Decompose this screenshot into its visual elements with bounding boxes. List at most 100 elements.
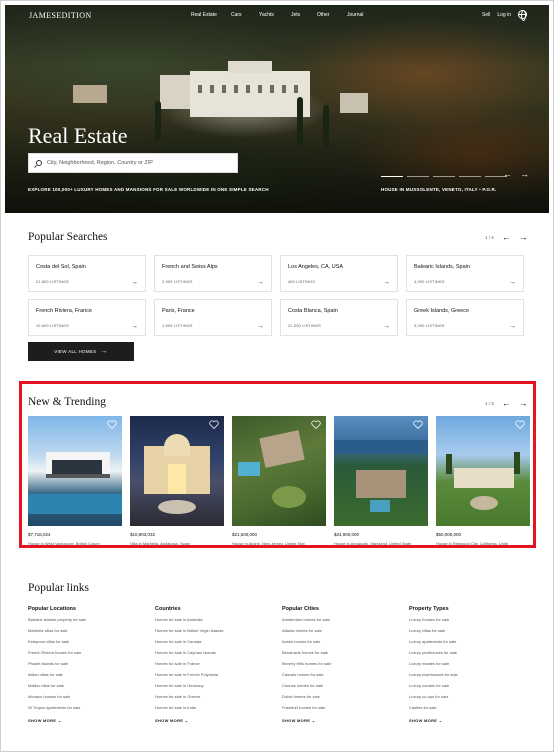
nav-other[interactable]: Other [317,12,347,18]
chevron-down-icon: ⌄ [311,718,316,723]
column-title: Popular Cities [282,606,319,612]
prev-arrow-icon[interactable]: ← [502,398,511,408]
popular-searches-title: Popular Searches [28,231,108,243]
nav-real-estate[interactable]: Real Estate [191,12,231,18]
new-trending-title: New & Trending [28,396,106,408]
listing-card[interactable]: $24,900,000 House in Annapolis, Maryland… [334,416,428,545]
listing-price: $50,000,000 [436,532,462,537]
search-card-title: Greek Islands, Greece [414,308,470,314]
search-card[interactable]: French and Swiss Alps 2,900 LISTINGS → [154,255,272,292]
hero-location-caption: HOUSE IN MUSSOLENTE, VENETO, ITALY • P.O… [381,187,497,192]
slide-indicator[interactable] [407,176,429,177]
show-more-button[interactable]: SHOW MORE ⌄ [282,718,409,723]
nav-jets[interactable]: Jets [291,12,317,18]
search-bar[interactable] [28,153,238,173]
arrow-right-icon: → [257,323,264,330]
nav-yachts[interactable]: Yachts [259,12,291,18]
hero-title: Real Estate [28,123,128,148]
view-all-homes-button[interactable]: VIEW ALL HOMES → [28,342,134,361]
hero-image-tree [323,105,329,149]
listing-image[interactable] [28,416,122,526]
show-more-button[interactable]: SHOW MORE ⌄ [155,718,282,723]
link-item[interactable]: Homes for sale in India [155,706,282,717]
links-column-property-types: Property Types Luxury houses for sale Lu… [409,606,536,723]
hero-slide-indicators [381,176,507,177]
sell-link[interactable]: Sell [482,12,490,18]
listing-image[interactable] [130,416,224,526]
listing-title[interactable]: House in Annapolis, Maryland, United Sta… [334,541,428,545]
hero-image-tree [155,101,161,141]
nav-right: Sell Log in [482,10,527,21]
hero-prev-arrow-icon[interactable]: ← [503,169,512,179]
popular-searches-pager: 1 / 4 ← → [485,232,528,242]
listing-image[interactable] [334,416,428,526]
search-card-listings: 21,800 LISTINGS [36,280,69,284]
arrow-right-icon: → [509,279,516,286]
listing-title[interactable]: House in Redwood City, California, Unite [436,541,530,545]
pager-count: 1 / 3 [485,400,494,406]
arrow-right-icon: → [383,323,390,330]
search-card-listings: 10,600 LISTINGS [36,324,69,328]
hero-arrows: ← → [503,169,529,179]
column-title: Popular Locations [28,606,76,612]
search-icon [36,160,42,166]
search-card-listings: 400 LISTINGS [288,280,316,284]
listing-card[interactable]: $7,716,024 House in West Vancouver, Brit… [28,416,122,545]
search-card[interactable]: Costa del Sol, Spain 21,800 LISTINGS → [28,255,146,292]
search-card-title: French and Swiss Alps [162,264,218,270]
search-card-title: Los Angeles, CA, USA [288,264,344,270]
heart-icon[interactable] [209,420,219,429]
hero-next-arrow-icon[interactable]: → [520,169,529,179]
listing-card[interactable]: $50,000,000 House in Redwood City, Calif… [436,416,530,545]
listing-card[interactable]: $10,903,032 Villa in Marbella, Andalusia… [130,416,224,545]
next-arrow-icon[interactable]: → [519,232,528,242]
listing-title[interactable]: House in Alpine, New Jersey, United Stat [232,541,326,545]
next-arrow-icon[interactable]: → [519,398,528,408]
search-card-listings: 2,900 LISTINGS [162,280,193,284]
links-column-cities: Popular Cities Amsterdam homes for sale … [282,606,409,723]
login-link[interactable]: Log in [497,12,511,18]
hero-caption: EXPLORE 100,000+ LUXURY HOMES AND MANSIO… [28,187,269,192]
search-card[interactable]: French Riviera, France 10,600 LISTINGS → [28,299,146,336]
listing-title[interactable]: Villa in Marbella, Andalusia, Spain [130,541,224,545]
search-card-title: French Riviera, France [36,308,92,314]
show-more-button[interactable]: SHOW MORE ⌄ [409,718,536,723]
show-more-button[interactable]: SHOW MORE ⌄ [28,718,155,723]
listing-image[interactable] [436,416,530,526]
search-card[interactable]: Costa Blanca, Spain 21,000 LISTINGS → [280,299,398,336]
hero-banner: JAMESEDITION Real Estate Cars Yachts Jet… [5,5,549,213]
site-logo[interactable]: JAMESEDITION [29,11,92,20]
chevron-down-icon: ⌄ [184,718,189,723]
heart-icon[interactable] [311,420,321,429]
slide-indicator[interactable] [433,176,455,177]
trending-listings: $7,716,024 House in West Vancouver, Brit… [28,416,530,545]
search-card[interactable]: Los Angeles, CA, USA 400 LISTINGS → [280,255,398,292]
chevron-down-icon: ⌄ [57,718,62,723]
heart-icon[interactable] [515,420,525,429]
search-input[interactable] [47,160,227,166]
link-item[interactable]: Frankfurt homes for sale [282,706,409,717]
view-all-label: VIEW ALL HOMES [54,349,97,354]
arrow-right-icon: → [131,323,138,330]
nav-cars[interactable]: Cars [231,12,259,18]
search-card-title: Balearic Islands, Spain [414,264,470,270]
slide-indicator[interactable] [459,176,481,177]
heart-icon[interactable] [413,420,423,429]
prev-arrow-icon[interactable]: ← [502,232,511,242]
listing-title[interactable]: House in West Vancouver, British Colum [28,541,122,545]
link-item[interactable]: Castles for sale [409,706,536,717]
slide-indicator[interactable] [381,176,403,177]
search-card-listings: 4,000 LISTINGS [414,280,445,284]
listing-card[interactable]: $21,500,000 House in Alpine, New Jersey,… [232,416,326,545]
links-column-countries: Countries Homes for sale in Australia Ho… [155,606,282,723]
hero-image-villa [190,61,310,117]
search-card-listings: 21,000 LISTINGS [288,324,321,328]
nav-journal[interactable]: Journal [347,12,377,18]
search-card[interactable]: Paris, France 1,600 LISTINGS → [154,299,272,336]
search-card[interactable]: Greek Islands, Greece 3,000 LISTINGS → [406,299,524,336]
globe-icon[interactable] [518,10,527,21]
search-card[interactable]: Balearic Islands, Spain 4,000 LISTINGS → [406,255,524,292]
link-item[interactable]: St Tropez apartments for sale [28,706,155,717]
listing-image[interactable] [232,416,326,526]
heart-icon[interactable] [107,420,117,429]
